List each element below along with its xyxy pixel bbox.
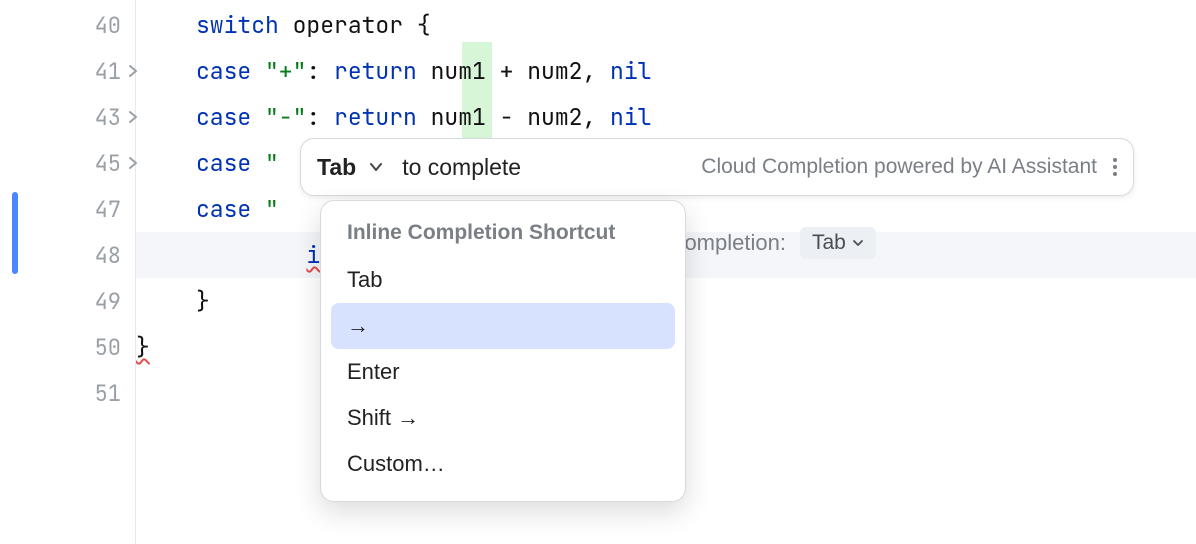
code-line[interactable]: switch operator { (136, 2, 1196, 48)
gutter-row: 50 (0, 324, 135, 370)
keyword: case (196, 56, 251, 86)
string-literal: " (251, 194, 279, 224)
code-text: : (306, 56, 334, 86)
completion-toolbar: Tab to complete Cloud Completion powered… (300, 138, 1134, 196)
line-number: 47 (95, 195, 121, 224)
string-literal: " (251, 148, 279, 178)
line-number: 48 (95, 241, 121, 270)
string-literal: "-" (251, 102, 306, 132)
pill-label: Tab (812, 231, 846, 255)
line-number: 41 (95, 57, 121, 86)
gutter-row: 43 (0, 94, 135, 140)
keyword: switch (196, 10, 279, 40)
menu-item-right-arrow[interactable]: → (331, 303, 675, 349)
line-number: 50 (95, 333, 121, 362)
toolbar-cloud-text: Cloud Completion powered by AI Assistant (701, 155, 1097, 179)
toolbar-to-complete: to complete (402, 154, 521, 181)
toolbar-shortcut-group[interactable]: Tab to complete (317, 154, 521, 181)
toolbar-shortcut-label: Tab (317, 154, 356, 181)
keyword: case (196, 102, 251, 132)
shortcut-menu: Inline Completion Shortcut Tab → Enter S… (320, 200, 686, 502)
code-text: : (306, 102, 334, 132)
completion-hint-bar: r completion: Tab (660, 220, 876, 266)
keyword: case (196, 148, 251, 178)
editor: 40 41 43 45 47 48 49 (0, 0, 1196, 544)
chevron-down-icon (852, 237, 864, 249)
gutter-row: 47 (0, 186, 135, 232)
keyword: return (334, 102, 417, 132)
code-indent (196, 240, 306, 270)
gutter-row: 40 (0, 2, 135, 48)
keyword: return (334, 56, 417, 86)
menu-item-shift-right[interactable]: Shift → (331, 395, 675, 441)
gutter-row: 41 (0, 48, 135, 94)
code-text: num1 + num2, (417, 56, 610, 86)
nil-literal: nil (610, 102, 651, 132)
gutter-row: 48 (0, 232, 135, 278)
code-text: operator { (279, 10, 431, 40)
nil-literal: nil (610, 56, 651, 86)
line-number: 40 (95, 11, 121, 40)
line-number: 51 (95, 379, 121, 408)
gutter-row: 49 (0, 278, 135, 324)
menu-header: Inline Completion Shortcut (331, 215, 675, 257)
gutter: 40 41 43 45 47 48 49 (0, 0, 136, 544)
line-number: 49 (95, 287, 121, 316)
code-line[interactable]: case "+": return num1 + num2, nil (136, 48, 1196, 94)
shortcut-pill[interactable]: Tab (800, 227, 876, 259)
keyword: case (196, 194, 251, 224)
brace-error: } (136, 332, 150, 362)
code-text: num1 - num2, (417, 102, 610, 132)
menu-item-custom[interactable]: Custom… (331, 441, 675, 487)
gutter-row: 45 (0, 140, 135, 186)
brace: } (196, 286, 210, 316)
line-number: 45 (95, 149, 121, 178)
code-line[interactable]: case "-": return num1 - num2, nil (136, 94, 1196, 140)
chevron-down-icon[interactable] (368, 159, 384, 175)
string-literal: "+" (251, 56, 306, 86)
gutter-row: 51 (0, 370, 135, 416)
more-icon[interactable] (1113, 158, 1117, 176)
line-number: 43 (95, 103, 121, 132)
menu-item-enter[interactable]: Enter (331, 349, 675, 395)
menu-item-tab[interactable]: Tab (331, 257, 675, 303)
